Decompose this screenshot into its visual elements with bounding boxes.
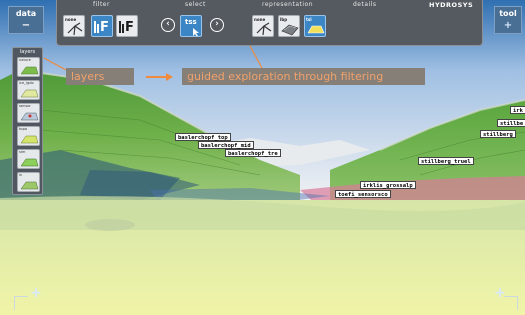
layers-panel-title: layers <box>19 49 36 55</box>
layer-nature-caption: nature <box>19 58 31 62</box>
layer-ice[interactable]: ice_lgdo <box>17 80 40 100</box>
layer-in-caption: in <box>19 173 23 177</box>
expand-tool-icon[interactable]: + <box>504 21 512 31</box>
layer-ice-caption: ice_lgdo <box>19 81 34 85</box>
toolbar-section-labels: filter select representation details HYD… <box>57 0 482 12</box>
layer-nature[interactable]: nature <box>17 57 40 77</box>
layers-callout: layers <box>66 68 134 85</box>
filter-f-active-button[interactable]: F <box>91 15 113 37</box>
cursor-icon <box>193 28 199 36</box>
section-label-select: select <box>185 1 206 8</box>
layer-sim[interactable]: sim <box>17 149 40 169</box>
repr-lbp-caption: lbp <box>280 17 288 22</box>
place-tag[interactable]: toefi_sensorsco <box>335 190 391 198</box>
bottom-right-bracket <box>504 296 518 310</box>
layer-in[interactable]: in <box>17 172 40 192</box>
repr-tsl-button[interactable]: tsl <box>304 15 326 37</box>
app-brand: HYDROSYS <box>429 1 474 9</box>
data-corner-label: data <box>15 9 37 18</box>
data-corner-tab[interactable]: data − <box>8 6 44 34</box>
place-tag[interactable]: irk <box>510 106 525 114</box>
select-previous-button[interactable]: ‹ <box>161 18 175 32</box>
layer-sim-caption: sim <box>19 150 26 154</box>
section-label-details: details <box>353 1 377 8</box>
layer-topo-caption: topo <box>19 127 28 131</box>
top-toolbar: filter select representation details HYD… <box>56 0 483 46</box>
layers-panel: layers nature ice_lgdo sensor topo sim i… <box>12 47 43 195</box>
tool-corner-tab[interactable]: tool + <box>494 6 522 34</box>
repr-none-button[interactable]: none <box>252 15 274 37</box>
guided-exploration-callout: guided exploration through filtering <box>182 68 425 85</box>
collapse-data-icon[interactable]: − <box>22 21 30 31</box>
place-tag[interactable]: baslerchopf_mid <box>198 141 254 149</box>
filter-f-button[interactable]: F <box>116 15 138 37</box>
place-tag[interactable]: baslerchopf_top <box>175 133 231 141</box>
place-tag[interactable]: baslerchopf_tre <box>225 149 281 157</box>
section-label-filter: filter <box>93 1 110 8</box>
repr-lbp-button[interactable]: lbp <box>278 15 300 37</box>
filter-f-glyph: F <box>125 20 134 35</box>
bottom-left-bracket <box>14 296 28 310</box>
filter-none-caption: none <box>65 17 77 22</box>
layer-topo[interactable]: topo <box>17 126 40 146</box>
repr-none-caption: none <box>254 17 266 22</box>
repr-tsl-caption: tsl <box>306 17 312 22</box>
select-next-button[interactable]: › <box>210 18 224 32</box>
place-tag[interactable]: stillbe <box>497 119 525 127</box>
select-tss-button[interactable]: tss <box>180 15 202 37</box>
expand-bottom-left-icon[interactable]: + <box>30 286 42 300</box>
place-tag[interactable]: stillberg <box>480 130 516 138</box>
filter-none-button[interactable]: none <box>63 15 85 37</box>
layer-sensor-caption: sensor <box>19 104 31 108</box>
tool-corner-label: tool <box>499 9 517 18</box>
layer-sensor[interactable]: sensor <box>17 103 40 123</box>
place-tag[interactable]: irklis_grossalp <box>360 181 416 189</box>
section-label-representation: representation <box>262 1 314 8</box>
place-tag[interactable]: stillberg_truel <box>418 157 474 165</box>
filter-f-glyph: F <box>100 20 109 35</box>
